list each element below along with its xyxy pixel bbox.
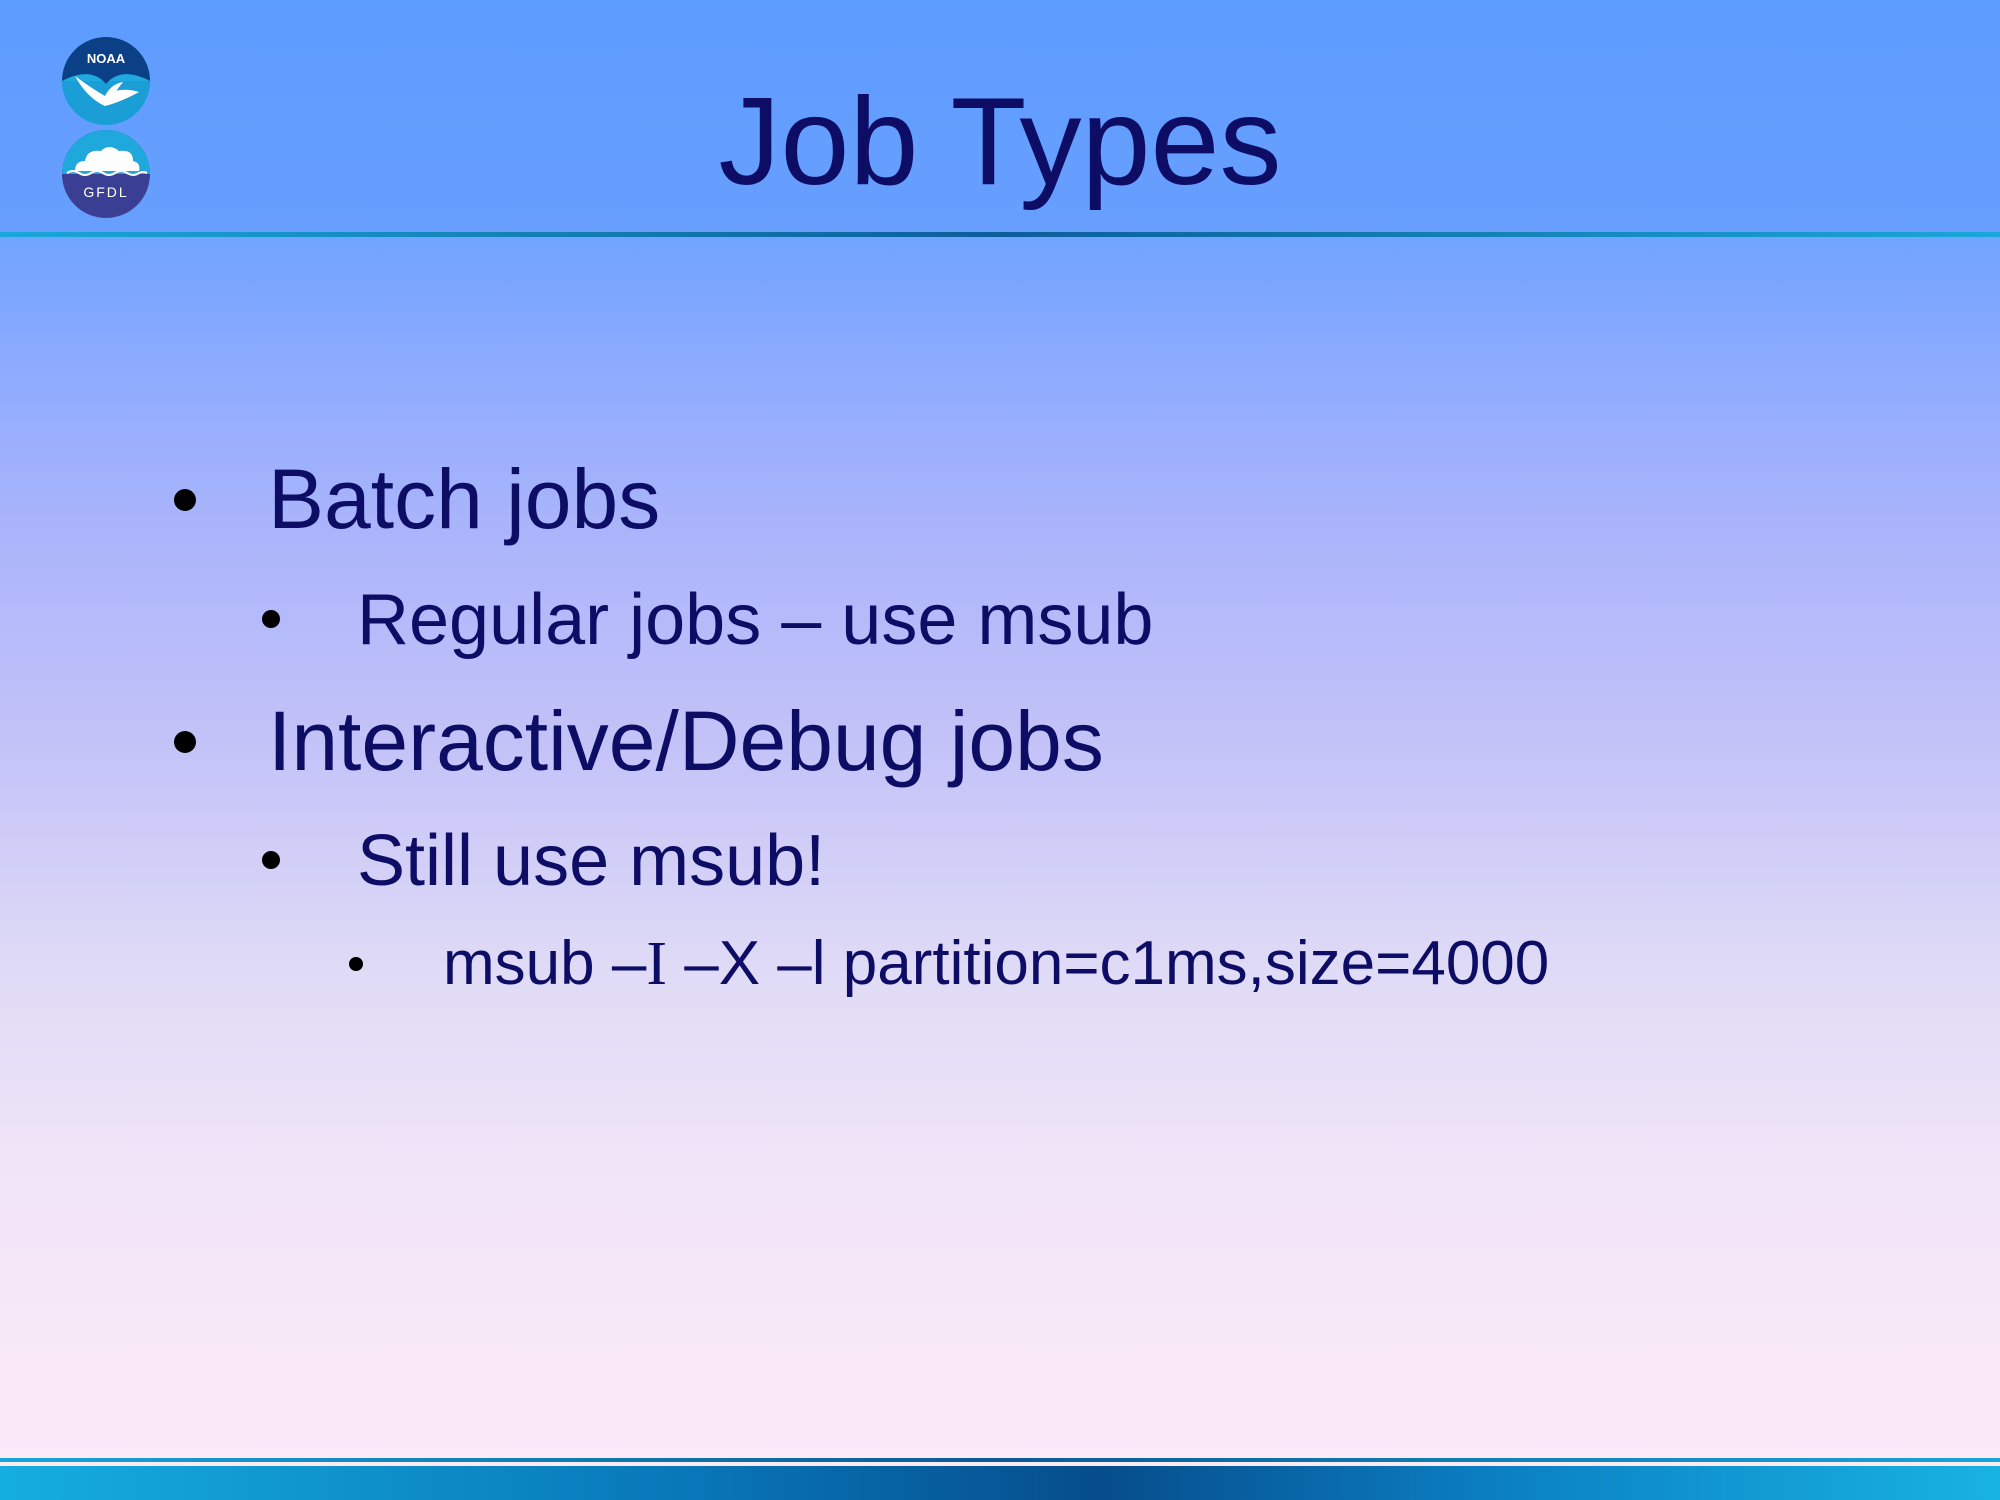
command-text-part1: msub – bbox=[443, 929, 647, 998]
sub-bullet-dot bbox=[262, 610, 280, 628]
sub-sub-bullet-dot bbox=[349, 957, 363, 971]
bullet-item: Batch jobs bbox=[268, 451, 660, 547]
bullet-text: Interactive/Debug jobs bbox=[268, 694, 1104, 788]
slide-title: Job Types bbox=[718, 73, 1282, 211]
sub-bullet-item: Still use msub! bbox=[357, 819, 825, 903]
slide: NOAA GFDL Job Types Batch jobs Regular j… bbox=[0, 0, 2000, 1500]
noaa-logo-text: NOAA bbox=[87, 51, 126, 66]
sub-bullet-item: Regular jobs – use msub bbox=[357, 578, 1153, 662]
sub-bullet-text: Still use msub! bbox=[357, 821, 826, 901]
bullet-dot bbox=[174, 489, 196, 511]
bullet-dot bbox=[174, 731, 196, 753]
sub-bullet-text: Regular jobs – use msub bbox=[357, 580, 1154, 660]
command-bullet-item: msub –I –X –l partition=c1ms,size=4000 bbox=[443, 928, 1549, 1000]
bullet-item: Interactive/Debug jobs bbox=[268, 693, 1104, 789]
sub-bullet-dot bbox=[262, 851, 280, 869]
footer-divider bbox=[0, 1458, 2000, 1462]
footer-band bbox=[0, 1466, 2000, 1500]
header-divider bbox=[0, 232, 2000, 237]
command-text-part2: I bbox=[646, 930, 667, 998]
bullet-text: Batch jobs bbox=[268, 452, 661, 546]
command-text-part3: –X –l partition=c1ms,size=4000 bbox=[666, 929, 1550, 998]
